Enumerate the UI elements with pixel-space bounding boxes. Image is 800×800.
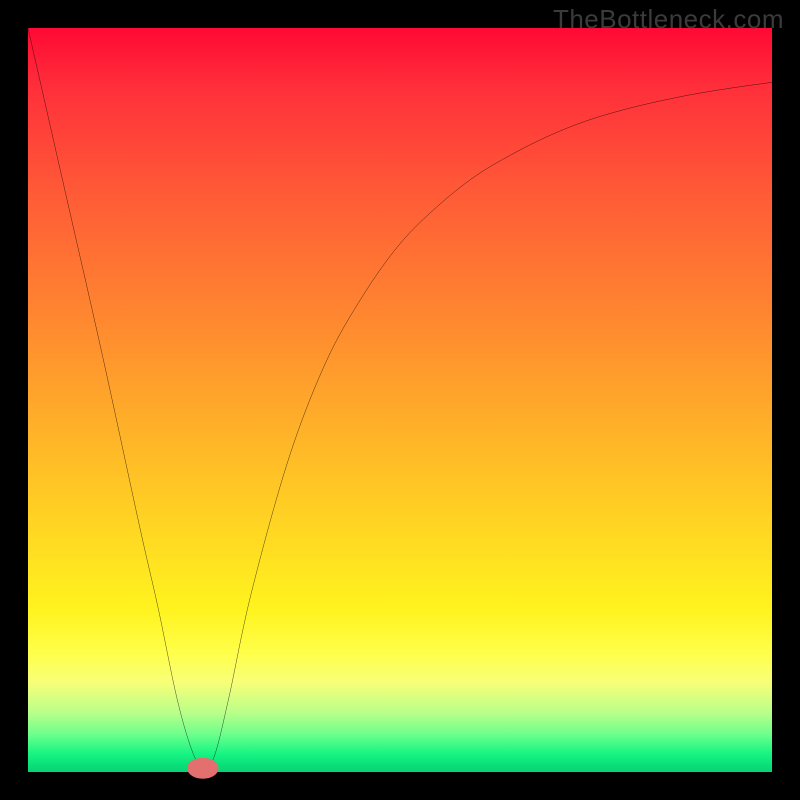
marker-dot bbox=[191, 762, 215, 775]
minimum-marker bbox=[191, 762, 215, 775]
bottleneck-curve bbox=[28, 28, 775, 769]
chart-frame: TheBottleneck.com bbox=[0, 0, 800, 800]
plot-area bbox=[28, 28, 772, 772]
curve-svg bbox=[28, 28, 772, 772]
watermark-text: TheBottleneck.com bbox=[553, 4, 784, 35]
